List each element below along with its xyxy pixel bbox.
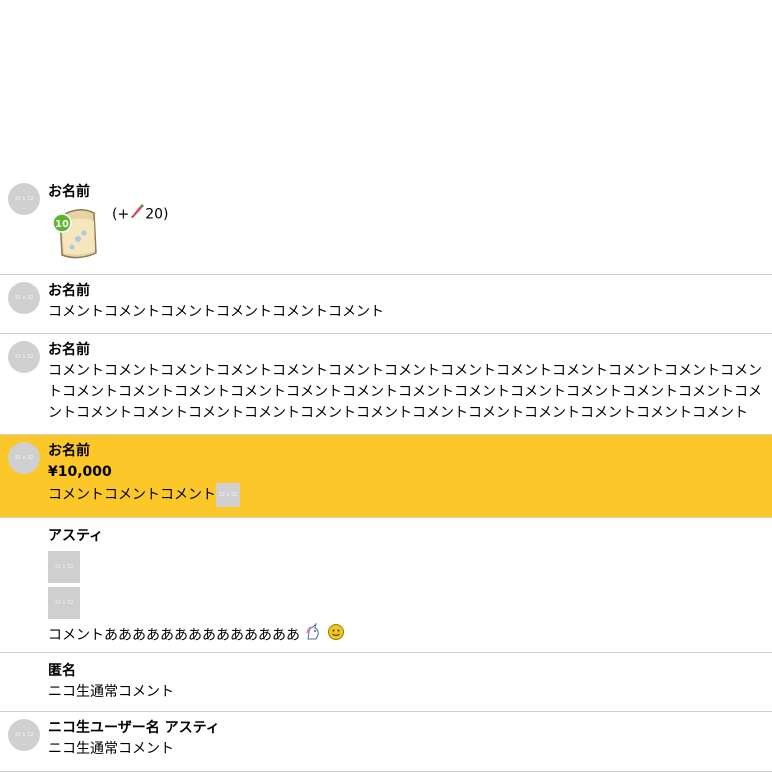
pen-icon (129, 203, 145, 226)
comment-row: 匿名 ニコ生通常コメント (0, 653, 772, 712)
avatar: 32 x 32 (8, 442, 40, 474)
comment-text: コメントコメントコメントコメントコメントコメント (48, 304, 384, 320)
commenter-name: アスティ (48, 528, 104, 544)
gift-line: 10 (+ 20) (48, 203, 762, 261)
commenter-name: お名前 (48, 184, 90, 200)
commenter-name: お名前 (48, 283, 90, 299)
gift-bonus-value: 20) (145, 206, 169, 223)
image-placeholder-icon: 32 x 32 (216, 483, 240, 507)
paid-comment-row: 32 x 32 お名前 ¥10,000 コメントコメントコメント 32 x 32 (0, 435, 772, 518)
comment-text: ニコ生通常コメント (48, 684, 174, 700)
smiley-icon (327, 623, 345, 648)
comment-text: コメントああああああああああああああ (48, 627, 300, 644)
avatar: 32 x 32 (8, 183, 40, 215)
comment-text: ニコ生通常コメント (48, 741, 174, 757)
avatar: 32 x 32 (8, 719, 40, 751)
gift-bonus-open: (+ (112, 206, 130, 223)
gift-icon: 10 (48, 203, 106, 261)
comment-list: 32 x 32 お名前 10 (+ 20) 32 x 32 お名前 コメントコメ… (0, 176, 772, 772)
comment-text: コメントコメントコメントコメントコメントコメントコメントコメントコメントコメント… (48, 363, 762, 421)
commenter-name: お名前 (48, 342, 90, 358)
stamp-image: 32 x 32 (48, 551, 80, 583)
stamp-image: 32 x 32 (48, 587, 80, 619)
comment-text: コメントコメントコメント (48, 487, 216, 503)
avatar: 32 x 32 (8, 341, 40, 373)
comment-row: 32 x 32 お名前 10 (+ 20) (0, 176, 772, 275)
level-badge: 10 (55, 219, 69, 230)
gift-bonus: (+ 20) (112, 203, 168, 226)
avatar: 32 x 32 (8, 282, 40, 314)
commenter-name: 匿名 (48, 663, 76, 679)
commenter-name: ニコ生ユーザー名 アスティ (48, 720, 220, 736)
comment-text-wrap: コメントああああああああああああああ (48, 622, 762, 648)
unicorn-icon (304, 622, 322, 648)
comment-row: 32 x 32 お名前 コメントコメントコメントコメントコメントコメントコメント… (0, 334, 772, 435)
comment-text-wrap: コメントコメントコメント 32 x 32 (48, 483, 762, 507)
paid-amount: ¥10,000 (48, 464, 112, 480)
commenter-name: お名前 (48, 443, 90, 459)
comment-row: アスティ 32 x 32 32 x 32 コメントああああああああああああああ (0, 518, 772, 653)
comment-row: 32 x 32 ニコ生ユーザー名 アスティ ニコ生通常コメント (0, 712, 772, 772)
comment-row: 32 x 32 お名前 コメントコメントコメントコメントコメントコメント (0, 275, 772, 334)
